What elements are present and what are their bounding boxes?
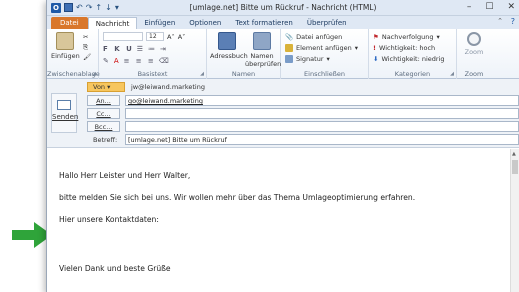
tab-optionen[interactable]: Optionen xyxy=(182,17,228,29)
send-button[interactable]: Senden xyxy=(51,93,78,133)
group-label-basic-text: Basistext xyxy=(137,70,168,78)
to-button[interactable]: An... xyxy=(87,95,120,106)
minimize-button[interactable]: – xyxy=(467,2,472,12)
tab-nachricht[interactable]: Nachricht xyxy=(87,17,138,29)
help-icon[interactable]: ? xyxy=(511,17,515,26)
cut-icon[interactable]: ✂ xyxy=(83,33,88,41)
window-controls: – ☐ ✕ xyxy=(467,2,515,12)
ribbon: Einfügen ✂ ⎘ 🖌 Zwischenablage ◢ 12 A˄ A˅… xyxy=(47,29,519,79)
subject-field[interactable]: [umlage.net] Bitte um Rückruf xyxy=(125,134,519,145)
scrollbar-thumb[interactable] xyxy=(512,160,518,174)
message-header: Senden Von ▾ jw@leiwand.marketing An... … xyxy=(47,79,519,148)
body-greeting: Hallo Herr Leister und Herr Walter, xyxy=(59,171,191,180)
importance-high-button[interactable]: ! Wichtigkeit: hoch xyxy=(373,44,435,52)
group-include: 📎 Datei anfügen Element anfügen ▾ Signat… xyxy=(281,29,369,79)
from-value: jw@leiwand.marketing xyxy=(131,83,205,91)
subject-label: Betreff: xyxy=(93,135,118,144)
body-closing: Vielen Dank und beste Grüße xyxy=(59,264,171,273)
group-label-tags: Kategorien xyxy=(394,70,431,78)
from-row: Von ▾ jw@leiwand.marketing xyxy=(87,82,205,92)
tab-text-formatieren[interactable]: Text formatieren xyxy=(228,17,299,29)
title-bar: O ↶ ↷ ↑ ↓ ▾ [umlage.net] Bitte um Rückru… xyxy=(47,0,519,16)
magnifier-icon xyxy=(467,32,481,46)
indent-icon[interactable]: ⇥ xyxy=(160,45,168,53)
group-clipboard: Einfügen ✂ ⎘ 🖌 Zwischenablage ◢ xyxy=(47,29,100,79)
bullets-icon[interactable]: ☰ xyxy=(137,45,145,53)
group-basic-text: 12 A˄ A˅ F K U ☰ ≔ ⇥ ✎ A ≡ ≡ ≡ ⌫ Basiste… xyxy=(99,29,207,79)
group-label-clipboard: Zwischenablage xyxy=(47,70,100,78)
copy-icon[interactable]: ⎘ xyxy=(83,43,88,52)
signature-button[interactable]: Signatur ▾ xyxy=(285,55,330,63)
group-label-include: Einschließen xyxy=(304,70,345,78)
group-names: Adressbuch Namen überprüfen Namen xyxy=(207,29,281,79)
signature-icon xyxy=(285,55,293,63)
paperclip-icon: 📎 xyxy=(285,33,294,41)
message-body[interactable]: Hallo Herr Leister und Herr Walter, bitt… xyxy=(47,149,519,292)
tab-einfuegen[interactable]: Einfügen xyxy=(137,17,182,29)
addressbook-icon xyxy=(218,32,236,50)
paste-button[interactable]: Einfügen xyxy=(51,32,80,60)
shrink-font-icon[interactable]: A˅ xyxy=(178,33,186,41)
group-tags: ⚑ Nachverfolgung ▾ ! Wichtigkeit: hoch ⬇… xyxy=(369,29,457,79)
body-request: bitte melden Sie sich bei uns. Wir wolle… xyxy=(59,193,416,202)
from-button[interactable]: Von ▾ xyxy=(87,82,125,92)
clear-format-icon[interactable]: ⌫ xyxy=(159,57,171,65)
tab-datei[interactable]: Datei xyxy=(51,17,88,29)
exclamation-icon: ! xyxy=(373,44,376,52)
group-zoom: Zoom Zoom xyxy=(457,29,491,79)
tab-ueberpruefen[interactable]: Überprüfen xyxy=(300,17,354,29)
collapse-ribbon-icon[interactable]: ⌃ xyxy=(497,17,503,25)
ribbon-tabs: Datei Nachricht Einfügen Optionen Text f… xyxy=(47,16,519,29)
highlight-icon[interactable]: ✎ xyxy=(103,57,111,65)
subject-row: Betreff: [umlage.net] Bitte um Rückruf xyxy=(87,134,519,145)
scroll-up-icon[interactable]: ▲ xyxy=(512,151,516,157)
to-field[interactable]: go@leiwand.marketing xyxy=(125,95,519,106)
clipboard-icon xyxy=(56,32,74,50)
envelope-icon xyxy=(57,100,71,110)
format-painter-icon[interactable]: 🖌 xyxy=(83,53,91,61)
outlook-message-window: O ↶ ↷ ↑ ↓ ▾ [umlage.net] Bitte um Rückru… xyxy=(46,0,519,292)
grow-font-icon[interactable]: A˄ xyxy=(167,33,175,41)
font-color-icon[interactable]: A xyxy=(114,57,121,65)
clipboard-launcher-icon[interactable]: ◢ xyxy=(92,71,96,77)
bold-italic-underline-buttons[interactable]: F K U xyxy=(103,45,134,53)
cc-field[interactable] xyxy=(125,108,519,119)
body-scrollbar[interactable]: ▲ xyxy=(510,149,519,292)
font-size-box[interactable]: 12 xyxy=(146,32,164,41)
to-row: An... go@leiwand.marketing xyxy=(87,95,519,106)
addressbook-button[interactable]: Adressbuch xyxy=(210,32,248,60)
zoom-button[interactable]: Zoom xyxy=(459,32,489,56)
font-name-box[interactable] xyxy=(103,32,143,41)
basic-text-launcher-icon[interactable]: ◢ xyxy=(200,71,204,77)
body-contact-intro: Hier unsere Kontaktdaten: xyxy=(59,215,159,224)
align-icons[interactable]: ≡ ≡ ≡ xyxy=(124,57,156,65)
bcc-row: Bcc... xyxy=(87,121,519,132)
cc-button[interactable]: Cc... xyxy=(87,108,120,119)
importance-low-button[interactable]: ⬇ Wichtigkeit: niedrig xyxy=(373,55,445,63)
followup-button[interactable]: ⚑ Nachverfolgung ▾ xyxy=(373,33,440,41)
group-label-zoom: Zoom xyxy=(464,70,484,78)
chevron-down-icon: ▾ xyxy=(436,33,440,41)
chevron-down-icon: ▾ xyxy=(354,44,358,52)
bcc-button[interactable]: Bcc... xyxy=(87,121,120,132)
bcc-field[interactable] xyxy=(125,121,519,132)
attach-item-icon xyxy=(285,44,293,52)
cc-row: Cc... xyxy=(87,108,519,119)
stage: O ↶ ↷ ↑ ↓ ▾ [umlage.net] Bitte um Rückru… xyxy=(0,0,519,292)
group-label-names: Namen xyxy=(231,70,256,78)
check-names-icon xyxy=(253,32,271,50)
chevron-down-icon: ▾ xyxy=(326,55,330,63)
down-arrow-icon: ⬇ xyxy=(373,55,379,63)
check-names-button[interactable]: Namen überprüfen xyxy=(245,32,281,68)
maximize-button[interactable]: ☐ xyxy=(485,2,493,12)
attach-item-button[interactable]: Element anfügen ▾ xyxy=(285,44,358,52)
close-button[interactable]: ✕ xyxy=(507,2,515,12)
tags-launcher-icon[interactable]: ◢ xyxy=(450,71,454,77)
attach-file-button[interactable]: 📎 Datei anfügen xyxy=(285,33,342,41)
window-title: [umlage.net] Bitte um Rückruf - Nachrich… xyxy=(189,3,377,12)
numbering-icon[interactable]: ≔ xyxy=(148,45,157,53)
flag-icon: ⚑ xyxy=(373,33,379,41)
